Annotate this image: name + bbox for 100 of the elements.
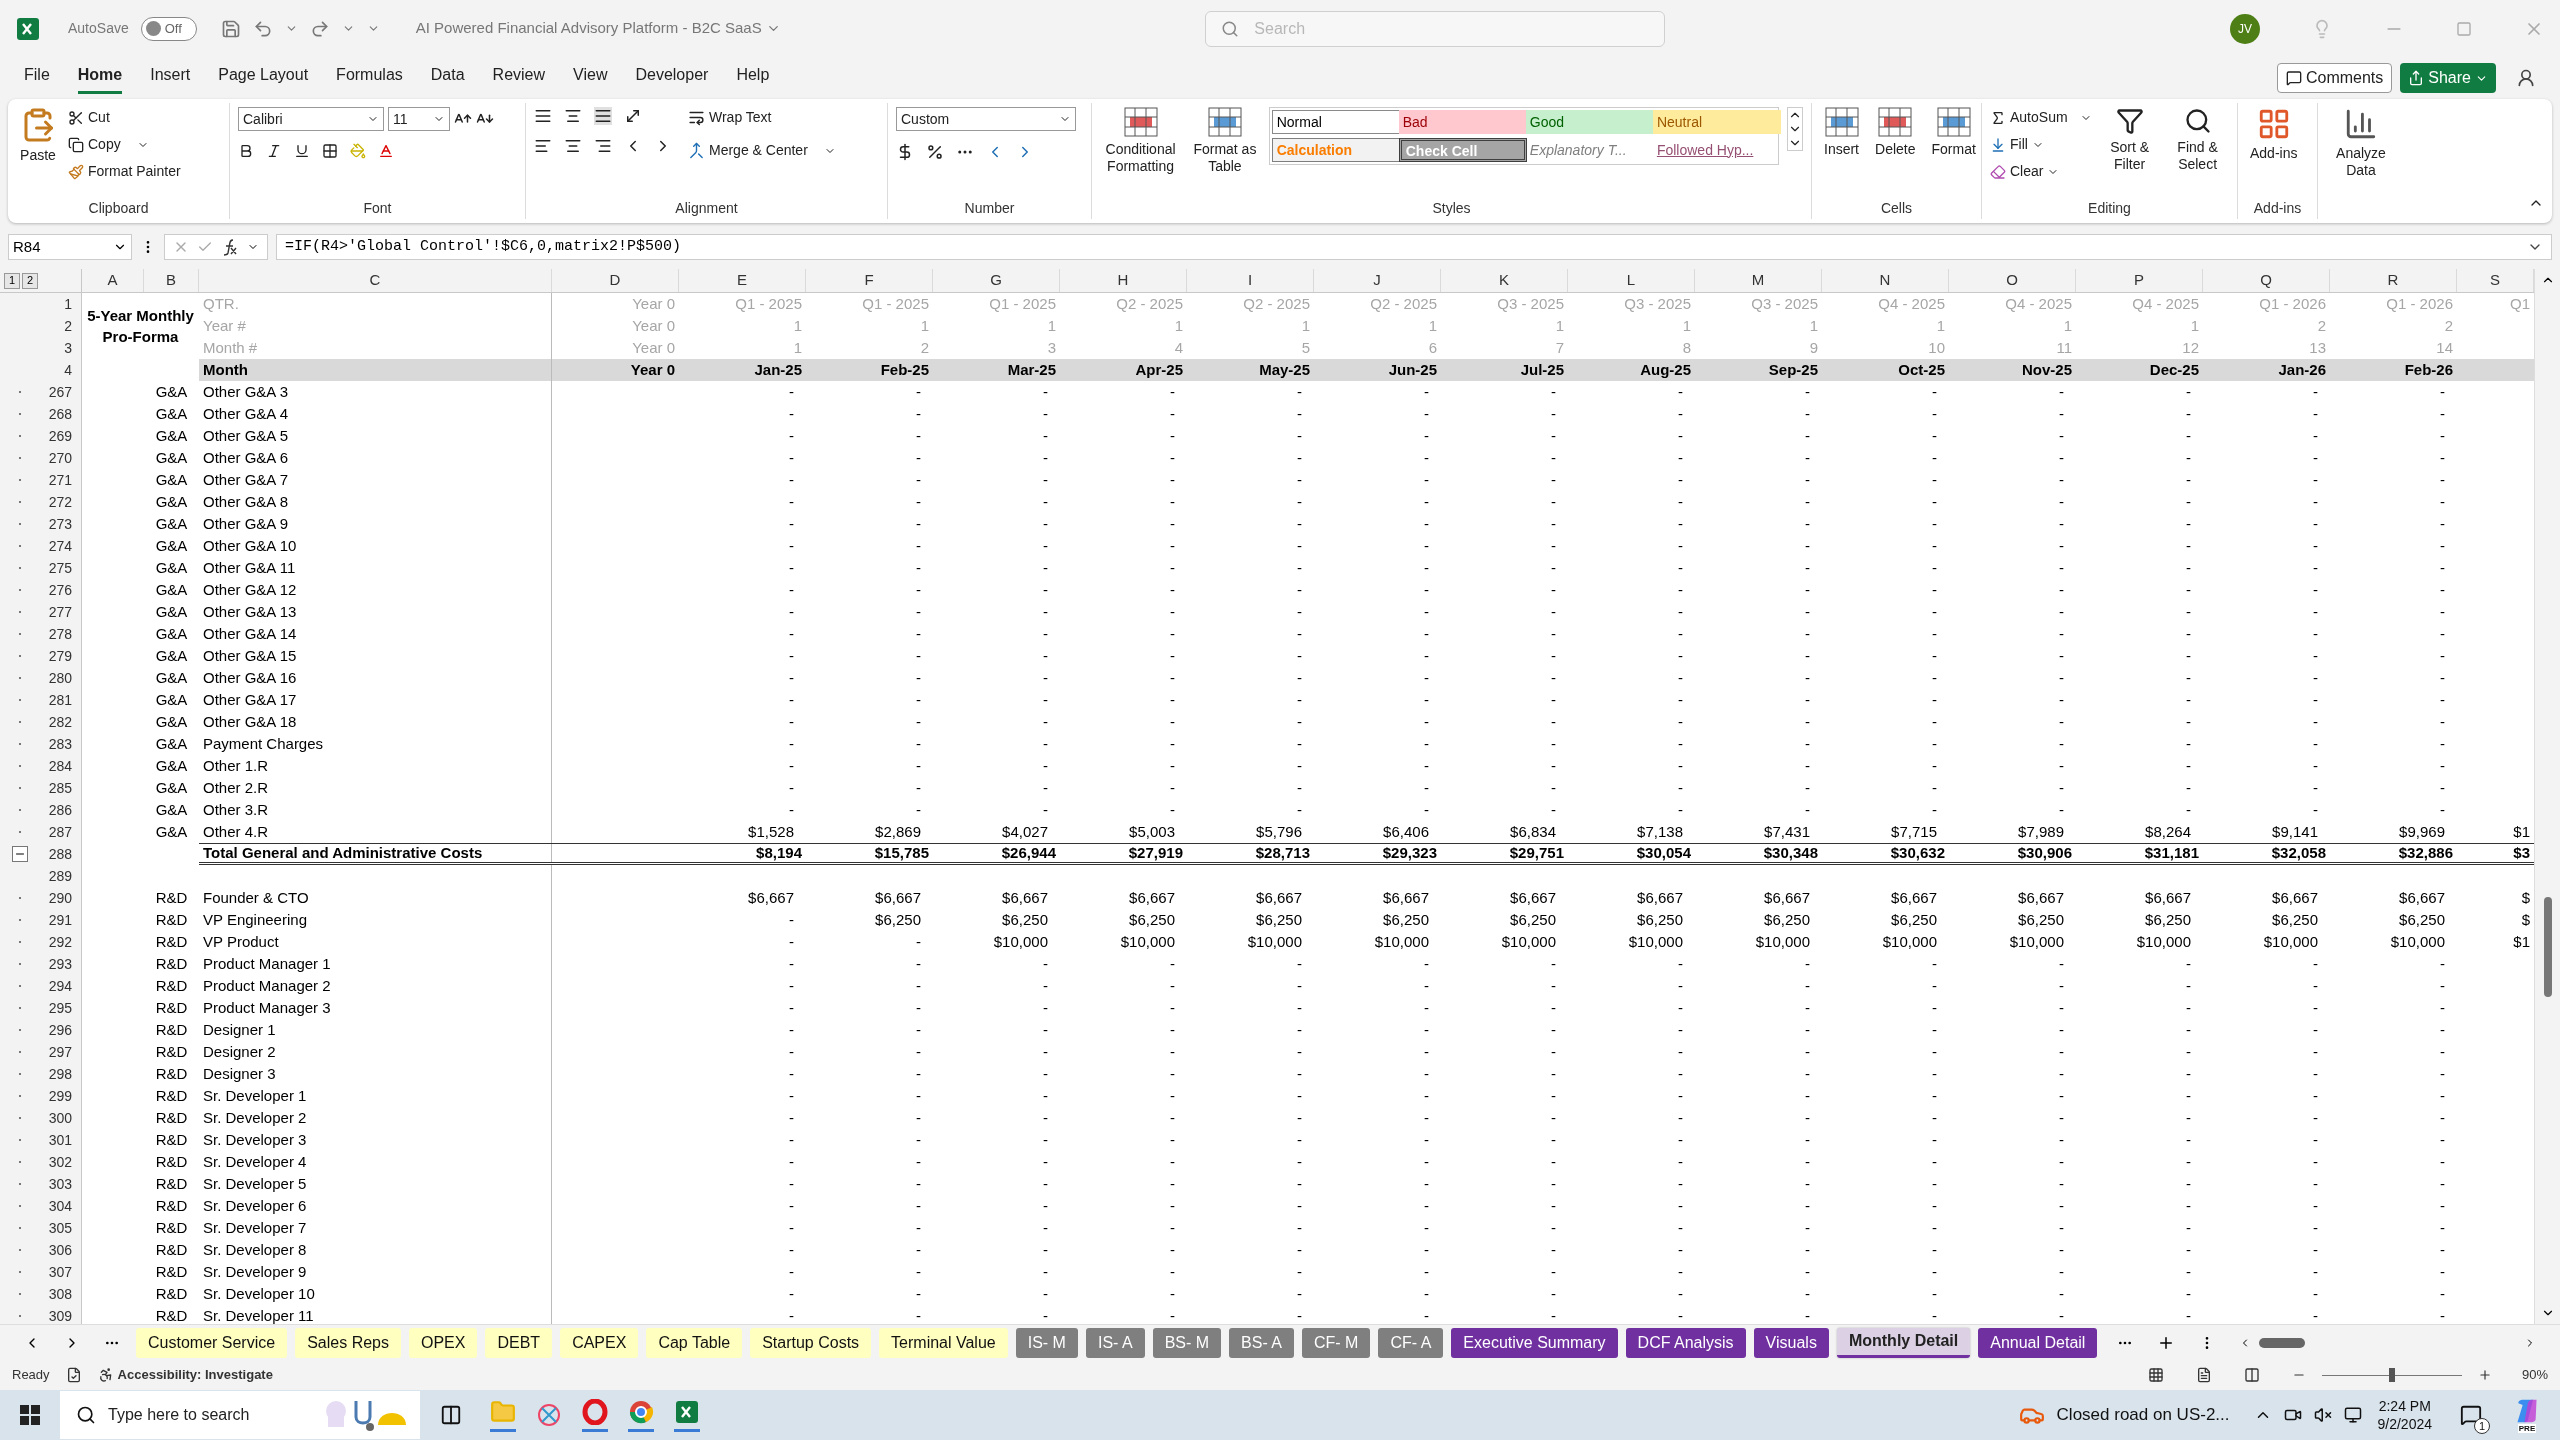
muted-speaker-icon[interactable] [2313, 1406, 2332, 1424]
add-ins-button[interactable]: Add-ins [2246, 107, 2302, 162]
percent-icon[interactable] [926, 143, 944, 161]
zoom-slider[interactable] [2322, 1368, 2462, 1382]
format-button[interactable]: Format [1927, 107, 1980, 158]
zoom-in-icon[interactable] [2478, 1368, 2492, 1382]
sheet-tab[interactable]: Customer Service [136, 1327, 288, 1358]
column-header[interactable]: B [144, 269, 199, 292]
document-title[interactable]: AI Powered Financial Advisory Platform - B2C SaaS [415, 17, 781, 40]
fill-button[interactable]: Fill [1990, 134, 2092, 155]
sheet-tab[interactable]: Visuals [1753, 1327, 1829, 1358]
column-header[interactable]: F [806, 269, 933, 292]
sheet-tab[interactable]: IS- M [1015, 1327, 1078, 1358]
sheet-tab[interactable]: Cap Table [646, 1327, 743, 1358]
column-header[interactable]: J [1314, 269, 1441, 292]
clear-button[interactable]: Clear [1990, 161, 2092, 182]
column-header[interactable]: R [2330, 269, 2457, 292]
person-icon[interactable] [2516, 68, 2536, 88]
wrap-text-button[interactable]: Wrap Text [688, 107, 836, 128]
copy-button[interactable]: Copy [68, 134, 181, 155]
paste-button[interactable]: Paste [16, 107, 60, 164]
menu-tab[interactable]: Home [77, 62, 123, 94]
find-select-button[interactable]: Find & Select [2167, 107, 2228, 173]
menu-tab[interactable]: File [24, 62, 50, 94]
page-layout-icon[interactable] [2196, 1367, 2212, 1383]
sheet-tab[interactable]: CAPEX [560, 1327, 639, 1358]
save-icon[interactable] [220, 18, 241, 39]
column-header[interactable]: A [82, 269, 144, 292]
column-header[interactable]: L [1568, 269, 1695, 292]
sheet-tab[interactable]: Annual Detail [1978, 1327, 2098, 1358]
formula-field[interactable]: =IF(R4>'Global Control'!$C6,0,matrix2!P$500) [276, 234, 2552, 260]
column-header[interactable]: C [199, 269, 552, 292]
format-painter-button[interactable]: Format Painter [68, 161, 181, 182]
column-header[interactable]: D [552, 269, 679, 292]
menu-tab[interactable]: Data [430, 62, 465, 94]
comments-button[interactable]: Comments [2276, 63, 2393, 93]
align-center-icon[interactable] [564, 137, 582, 155]
align-bottom-icon[interactable] [594, 107, 612, 125]
column-header[interactable]: P [2076, 269, 2203, 292]
autosum-button[interactable]: AutoSum [1990, 107, 2092, 128]
menu-tab[interactable]: Review [492, 62, 546, 94]
conditional-formatting-button[interactable]: Conditional Formatting [1100, 107, 1182, 175]
align-middle-icon[interactable] [564, 107, 582, 125]
sheet-tab[interactable]: Executive Summary [1451, 1327, 1618, 1358]
name-box[interactable]: R84 [8, 234, 132, 260]
sheet-tab[interactable]: BS- A [1229, 1327, 1294, 1358]
menu-tab[interactable]: View [573, 62, 608, 94]
taskbar-button[interactable] [490, 1398, 516, 1432]
zoom-thumb[interactable] [2389, 1368, 2395, 1382]
column-header[interactable]: I [1187, 269, 1314, 292]
scroll-thumb[interactable] [2543, 896, 2552, 997]
normal-view-icon[interactable] [2148, 1367, 2164, 1383]
undo-icon[interactable] [252, 18, 273, 39]
sheet-tab[interactable]: Monthly Detail [1836, 1327, 1971, 1358]
notification-text[interactable]: Closed road on US-2... [2056, 1402, 2230, 1428]
fill-color-icon[interactable] [350, 143, 366, 159]
sheet-tab[interactable]: Startup Costs [750, 1327, 872, 1358]
scroll-thumb[interactable] [2259, 1337, 2306, 1348]
sheet-tab[interactable]: DEBT [485, 1327, 553, 1358]
accessibility-button[interactable]: Accessibility: Investigate [97, 1365, 273, 1385]
function-icon[interactable] [221, 238, 239, 256]
sheet-tab[interactable]: BS- M [1152, 1327, 1222, 1358]
menu-tab[interactable]: Developer [635, 62, 709, 94]
menu-tab[interactable]: Formulas [336, 62, 403, 94]
sheet-tab[interactable]: DCF Analysis [1625, 1327, 1746, 1358]
font-size-field[interactable]: 11 [388, 107, 450, 131]
sheet-tab[interactable]: Terminal Value [879, 1327, 1008, 1358]
align-left-icon[interactable] [534, 137, 552, 155]
collapse-button[interactable] [12, 846, 28, 862]
share-button[interactable]: Share [2400, 63, 2496, 93]
column-header[interactable]: G [933, 269, 1060, 292]
font-color-icon[interactable] [378, 143, 394, 159]
sheet-tab[interactable]: CF- A [1378, 1327, 1444, 1358]
sheet-tab[interactable]: IS- A [1085, 1327, 1145, 1358]
column-header[interactable]: N [1822, 269, 1949, 292]
taskbar-search-field[interactable]: Type here to search [60, 1391, 420, 1439]
cell-style-option[interactable]: Followed Hyp... [1652, 138, 1781, 162]
outline-level-button[interactable]: 1 [4, 272, 20, 289]
sheet-tab[interactable]: CF- M [1302, 1327, 1371, 1358]
analyze-data-button[interactable]: Analyze Data [2326, 107, 2396, 179]
format-as-table-button[interactable]: Format as Table [1189, 107, 1261, 175]
cut-button[interactable]: Cut [68, 107, 181, 128]
menu-tab[interactable]: Insert [150, 62, 191, 94]
column-header[interactable]: Q [2203, 269, 2330, 292]
font-name-field[interactable]: Calibri [238, 107, 384, 131]
italic-icon[interactable] [266, 143, 282, 159]
autosave-toggle[interactable]: Off [140, 16, 197, 41]
delete-button[interactable]: Delete [1871, 107, 1920, 158]
excel-icon[interactable] [674, 1398, 700, 1432]
column-header[interactable]: K [1441, 269, 1568, 292]
column-header[interactable]: H [1060, 269, 1187, 292]
task-view-icon[interactable] [440, 1404, 462, 1426]
borders-icon[interactable] [322, 143, 338, 159]
vertical-scrollbar[interactable] [2534, 269, 2560, 1324]
windows-logo-icon[interactable] [20, 1405, 40, 1425]
sheet-tab[interactable]: Sales Reps [295, 1327, 401, 1358]
cell-style-option[interactable]: Neutral [1652, 110, 1781, 134]
cell-style-option[interactable]: Explanatory T... [1525, 138, 1654, 162]
insert-button[interactable]: Insert [1820, 107, 1863, 158]
cell-style-option[interactable]: Normal [1271, 110, 1400, 134]
